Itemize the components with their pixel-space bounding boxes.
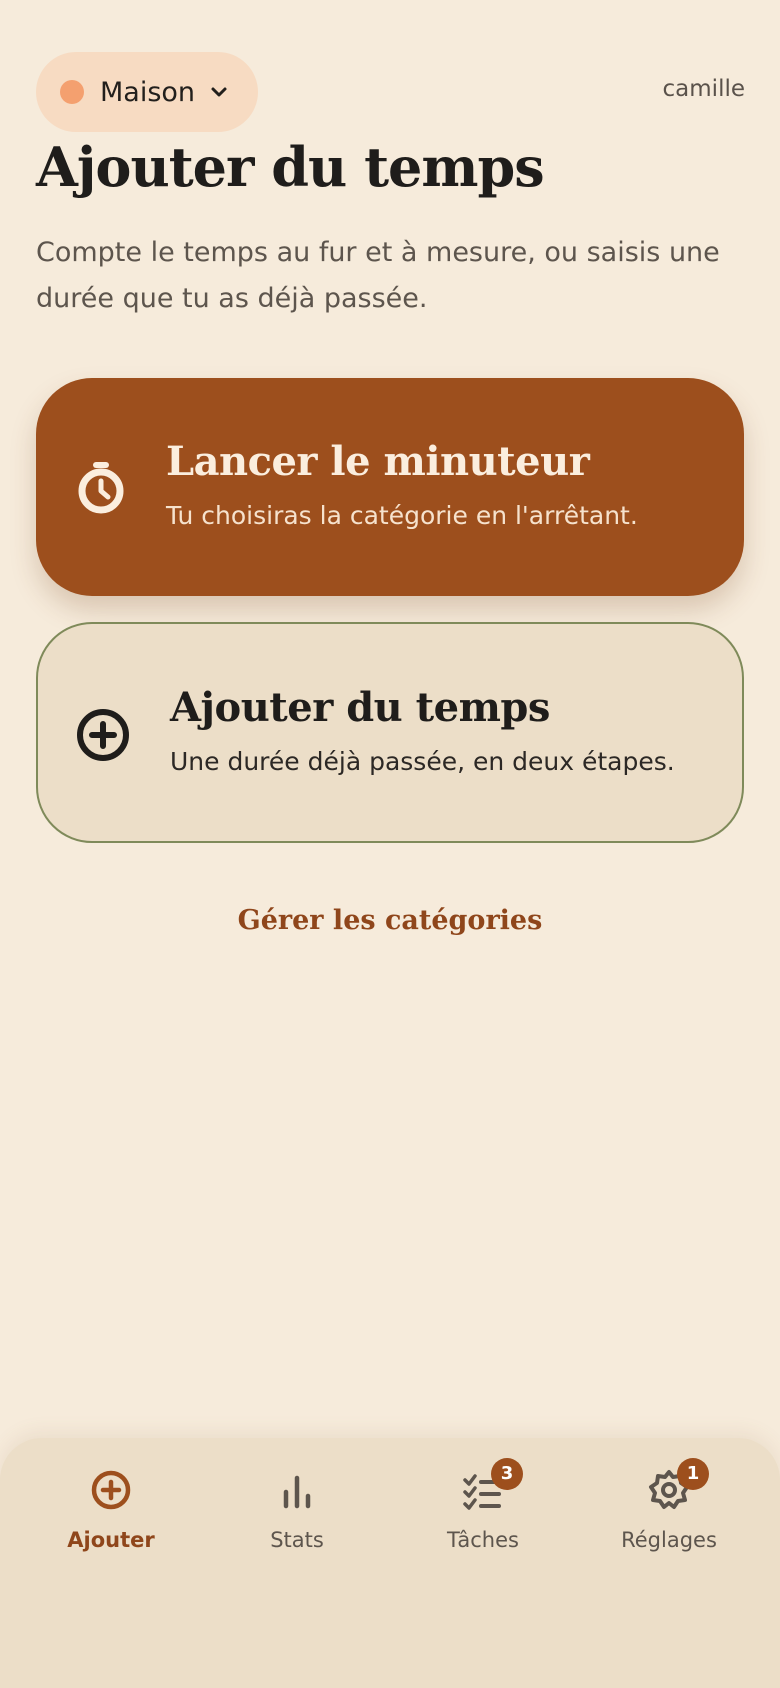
stopwatch-icon	[74, 460, 128, 514]
workspace-selector[interactable]: Maison	[36, 52, 258, 132]
manage-categories-link[interactable]: Gérer les catégories	[0, 905, 780, 936]
plus-circle-icon	[89, 1468, 133, 1512]
chevron-down-icon	[209, 85, 229, 99]
start-timer-card[interactable]: Lancer le minuteur Tu choisiras la catég…	[36, 378, 744, 596]
bar-chart-icon	[275, 1468, 319, 1512]
start-timer-title: Lancer le minuteur	[166, 438, 590, 485]
settings-badge: 1	[677, 1458, 709, 1490]
nav-item-reglages[interactable]: 1 Réglages	[589, 1458, 749, 1552]
workspace-label: Maison	[100, 76, 196, 108]
page-title: Ajouter du temps	[36, 135, 545, 199]
add-time-description: Une durée déjà passée, en deux étapes.	[170, 747, 675, 776]
nav-label-ajouter: Ajouter	[67, 1528, 155, 1552]
add-time-card[interactable]: Ajouter du temps Une durée déjà passée, …	[36, 622, 744, 843]
nav-label-taches: Tâches	[447, 1528, 519, 1552]
workspace-color-dot	[60, 80, 84, 104]
start-timer-description: Tu choisiras la catégorie en l'arrêtant.	[166, 501, 638, 530]
settings-gear-icon: 1	[647, 1458, 709, 1512]
nav-item-stats[interactable]: Stats	[217, 1468, 377, 1552]
nav-item-ajouter[interactable]: Ajouter	[31, 1468, 191, 1552]
nav-item-taches[interactable]: 3 Tâches	[403, 1458, 563, 1552]
page-subtitle: Compte le temps au fur et à mesure, ou s…	[36, 237, 720, 314]
add-time-title: Ajouter du temps	[170, 684, 550, 731]
nav-label-stats: Stats	[270, 1528, 324, 1552]
bottom-navigation: Ajouter Stats 3 Tâches 1 Réglages	[0, 1438, 780, 1688]
tasks-badge: 3	[491, 1458, 523, 1490]
nav-label-reglages: Réglages	[621, 1528, 717, 1552]
plus-circle-icon	[76, 708, 130, 762]
user-name[interactable]: camille	[663, 76, 745, 102]
task-list-icon: 3	[461, 1458, 523, 1512]
